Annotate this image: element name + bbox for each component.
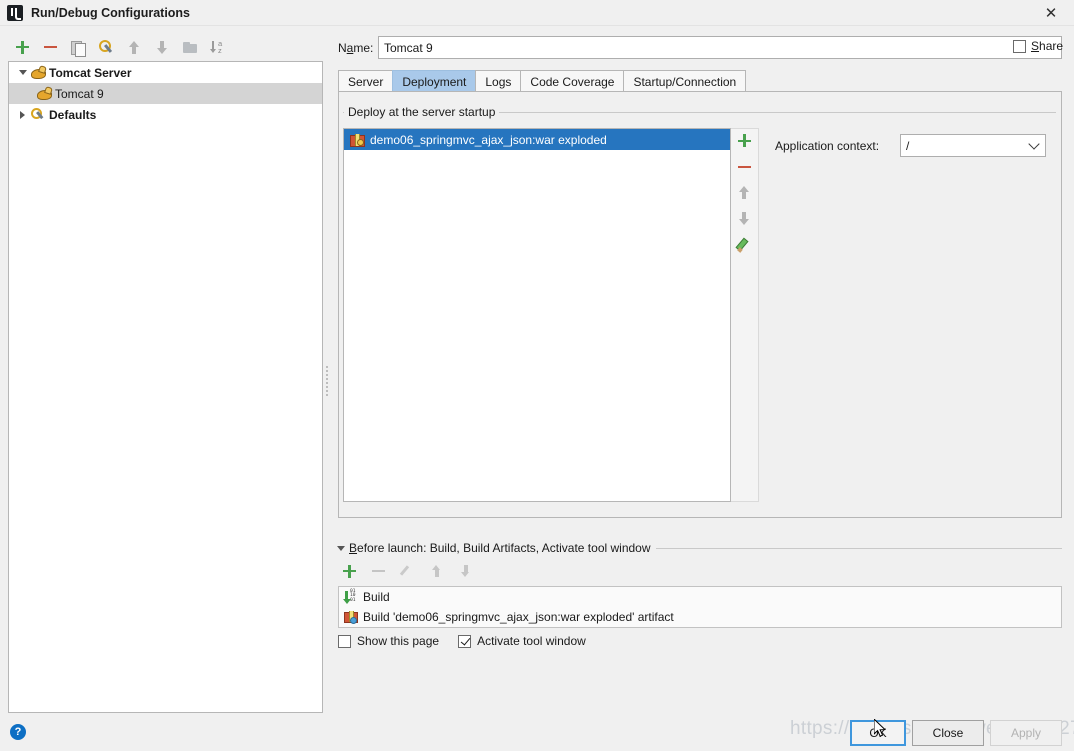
help-icon[interactable]: ? xyxy=(10,724,26,740)
before-launch-mnemonic: B xyxy=(349,541,358,555)
folder-icon[interactable] xyxy=(182,39,199,56)
copy-icon[interactable] xyxy=(70,39,87,57)
move-up-icon xyxy=(429,563,445,579)
tab-startup-connection[interactable]: Startup/Connection xyxy=(623,70,747,92)
chevron-down-icon[interactable] xyxy=(1023,135,1045,156)
pencil-icon xyxy=(400,563,416,579)
share-checkbox-box[interactable] xyxy=(1013,39,1026,53)
configurations-toolbar: az xyxy=(8,34,323,60)
tab-deployment[interactable]: Deployment xyxy=(392,70,477,92)
deploy-group-title: Deploy at the server startup xyxy=(344,105,500,119)
chevron-right-icon[interactable] xyxy=(15,107,30,122)
deployment-list[interactable]: demo06_springmvc_ajax_json:war exploded xyxy=(343,128,731,502)
run-debug-configurations-dialog: Run/Debug Configurations ✕ az Tomcat Ser… xyxy=(0,0,1074,751)
tree-node-label: Tomcat 9 xyxy=(55,86,104,101)
tomcat-icon xyxy=(30,65,46,80)
share-label: Share xyxy=(1031,39,1063,53)
before-launch-checkboxes: Show this page Activate tool window xyxy=(338,634,586,648)
minus-icon xyxy=(371,563,387,579)
name-row: Name: xyxy=(338,36,1062,59)
pencil-icon[interactable] xyxy=(736,236,754,253)
before-launch-task-row[interactable]: Build 'demo06_springmvc_ajax_json:war ex… xyxy=(339,607,1061,627)
ok-button[interactable]: OK xyxy=(850,720,906,746)
share-label-mnemonic: S xyxy=(1031,39,1040,53)
move-down-icon xyxy=(458,563,474,579)
before-launch-task-list[interactable]: 01 10 01 Build Build 'demo06_springmvc_aja… xyxy=(338,586,1062,628)
activate-tool-window-label: Activate tool window xyxy=(477,634,586,648)
configurations-tree[interactable]: Tomcat Server Tomcat 9 Defaults xyxy=(8,61,323,713)
tab-server[interactable]: Server xyxy=(338,70,394,92)
close-button[interactable]: Close xyxy=(912,720,984,746)
tab-code-coverage[interactable]: Code Coverage xyxy=(520,70,625,92)
deployment-list-item[interactable]: demo06_springmvc_ajax_json:war exploded xyxy=(344,129,730,150)
tree-node-label: Tomcat Server xyxy=(49,65,132,80)
show-this-page-checkbox[interactable] xyxy=(338,634,351,648)
minus-icon[interactable] xyxy=(736,158,754,175)
name-input[interactable] xyxy=(378,36,1062,59)
move-up-icon[interactable] xyxy=(126,39,143,56)
build-icon: 01 10 01 xyxy=(342,589,359,605)
move-down-icon[interactable] xyxy=(154,39,171,56)
tree-node-tomcat-9[interactable]: Tomcat 9 xyxy=(9,83,322,104)
application-context-combobox[interactable]: / xyxy=(900,134,1046,157)
splitter-handle xyxy=(326,366,328,396)
deployment-item-label: demo06_springmvc_ajax_json:war exploded xyxy=(370,132,607,147)
title-divider xyxy=(0,25,1074,26)
deployment-side-toolbar xyxy=(735,132,755,253)
before-launch-title: Before launch: Build, Build Artifacts, A… xyxy=(349,541,651,555)
apply-button: Apply xyxy=(990,720,1062,746)
share-label-post: hare xyxy=(1039,39,1064,53)
show-this-page-label: Show this page xyxy=(357,634,440,648)
artifact-icon xyxy=(349,132,365,147)
tree-node-defaults[interactable]: Defaults xyxy=(9,104,322,125)
share-checkbox[interactable]: Share xyxy=(1013,39,1074,53)
artifact-icon xyxy=(343,610,359,625)
before-launch-task-row[interactable]: 01 10 01 Build xyxy=(339,587,1061,607)
wrench-icon xyxy=(30,107,46,122)
plus-icon[interactable] xyxy=(342,563,358,579)
application-context-value: / xyxy=(906,138,910,153)
edit-defaults-icon[interactable] xyxy=(98,39,115,56)
sort-alphabetically-icon[interactable]: az xyxy=(210,39,227,56)
group-border-right xyxy=(492,112,1056,113)
tree-node-tomcat-server[interactable]: Tomcat Server xyxy=(9,62,322,83)
name-label-pre: N xyxy=(338,40,347,55)
window-title: Run/Debug Configurations xyxy=(31,5,191,20)
configuration-tabs: Server Deployment Logs Code Coverage Sta… xyxy=(338,69,1062,92)
name-label-post: me: xyxy=(353,40,374,55)
move-down-icon[interactable] xyxy=(736,210,754,227)
before-launch-header[interactable]: Before launch: Build, Build Artifacts, A… xyxy=(337,541,656,555)
before-launch-task-label: Build 'demo06_springmvc_ajax_json:war ex… xyxy=(363,610,674,624)
move-up-icon[interactable] xyxy=(736,184,754,201)
activate-tool-window-checkbox[interactable] xyxy=(458,634,472,648)
chevron-down-icon[interactable] xyxy=(337,546,345,551)
intellij-idea-icon xyxy=(7,4,23,21)
title-bar: Run/Debug Configurations xyxy=(0,0,1074,25)
panel-splitter[interactable] xyxy=(323,61,331,713)
chevron-down-icon[interactable] xyxy=(15,65,30,80)
before-launch-task-label: Build xyxy=(363,590,390,604)
plus-icon[interactable] xyxy=(14,39,31,56)
tree-node-label: Defaults xyxy=(49,107,97,122)
close-icon[interactable]: ✕ xyxy=(1028,0,1074,25)
tab-logs[interactable]: Logs xyxy=(475,70,522,92)
plus-icon[interactable] xyxy=(736,132,754,149)
application-context-label: Application context: xyxy=(775,139,880,153)
minus-icon[interactable] xyxy=(42,39,59,56)
before-launch-toolbar xyxy=(340,563,474,579)
name-label: Name: xyxy=(338,41,378,55)
before-launch-border xyxy=(656,548,1062,549)
before-launch-title-text: efore launch: Build, Build Artifacts, Ac… xyxy=(357,541,651,555)
tomcat-icon xyxy=(36,86,52,101)
